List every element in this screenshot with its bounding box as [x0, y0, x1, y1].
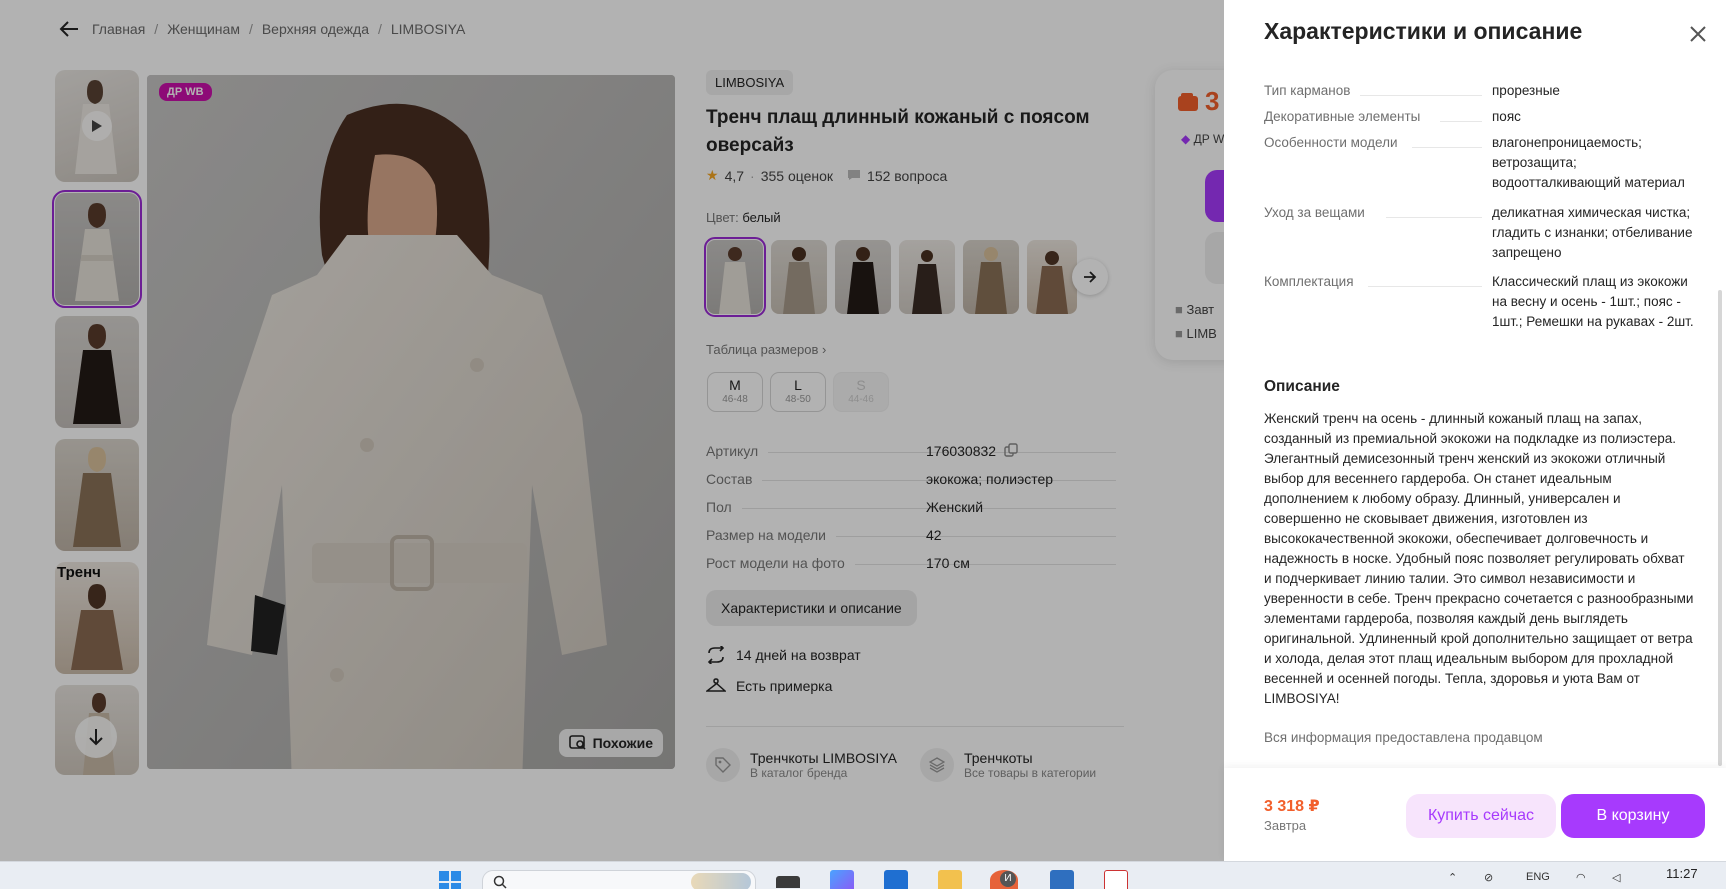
app-icon-2[interactable]: [1104, 870, 1128, 889]
taskview-icon[interactable]: [776, 876, 800, 888]
provided-by-seller: Вся информация предоставлена продавцом: [1264, 730, 1543, 745]
browser-badge: И: [1000, 871, 1016, 887]
footer-delivery: Завтра: [1264, 818, 1307, 833]
store-app-icon[interactable]: [884, 870, 908, 889]
spec-key: Особенности модели: [1264, 135, 1398, 150]
copilot-icon[interactable]: [830, 870, 854, 889]
spec-key: Декоративные элементы: [1264, 109, 1421, 124]
spec-value: прорезные: [1492, 83, 1560, 98]
browser-icon[interactable]: И: [990, 870, 1018, 889]
chevron-up-icon[interactable]: ⌃: [1448, 871, 1457, 884]
footer-price: 3 318 ₽: [1264, 798, 1320, 815]
product-page: Главная / Женщинам / Верхняя одежда / LI…: [0, 0, 1726, 861]
language-indicator[interactable]: ENG: [1526, 871, 1550, 883]
start-icon[interactable]: [438, 870, 462, 889]
taskbar: И ⌃ ⊘ ENG ◠ ◁ 11:27: [0, 861, 1726, 889]
spec-key: Тип карманов: [1264, 83, 1351, 98]
search-icon: [493, 875, 507, 889]
description-text: Женский тренч на осень - длинный кожаный…: [1264, 411, 1694, 706]
spec-key: Уход за вещами: [1264, 205, 1365, 220]
description-title: Описание: [1264, 378, 1340, 395]
drawer-scrollbar[interactable]: [1718, 290, 1722, 766]
drawer-content[interactable]: Тип карманов прорезные Декоративные элем…: [1224, 68, 1726, 768]
spec-value: влагонепроницаемость; ветрозащита; водоо…: [1492, 135, 1685, 190]
modal-backdrop[interactable]: [0, 0, 1224, 861]
add-to-cart-button[interactable]: В корзину: [1561, 794, 1705, 838]
clock[interactable]: 11:27: [1666, 866, 1698, 881]
search-highlight-image: [691, 873, 751, 889]
spec-value: Классический плащ из экокожи на весну и …: [1492, 274, 1694, 329]
wifi-icon[interactable]: ◠: [1576, 871, 1586, 884]
volume-icon[interactable]: ◁: [1612, 871, 1620, 884]
spec-value: деликатная химическая чистка; гладить с …: [1492, 205, 1693, 260]
spec-key: Комплектация: [1264, 274, 1354, 289]
drawer-title: Характеристики и описание: [1264, 18, 1583, 44]
folder-icon[interactable]: [938, 870, 962, 889]
close-icon[interactable]: [1686, 22, 1710, 46]
drawer-footer: 3 318 ₽ Завтра Купить сейчас В корзину: [1224, 768, 1726, 861]
mute-icon[interactable]: ⊘: [1484, 871, 1493, 884]
characteristics-drawer: Характеристики и описание Тип карманов п…: [1224, 0, 1726, 861]
taskbar-search[interactable]: [482, 870, 756, 889]
spec-value: пояс: [1492, 109, 1521, 124]
buy-now-button[interactable]: Купить сейчас: [1406, 794, 1556, 838]
app-icon[interactable]: [1050, 870, 1074, 889]
